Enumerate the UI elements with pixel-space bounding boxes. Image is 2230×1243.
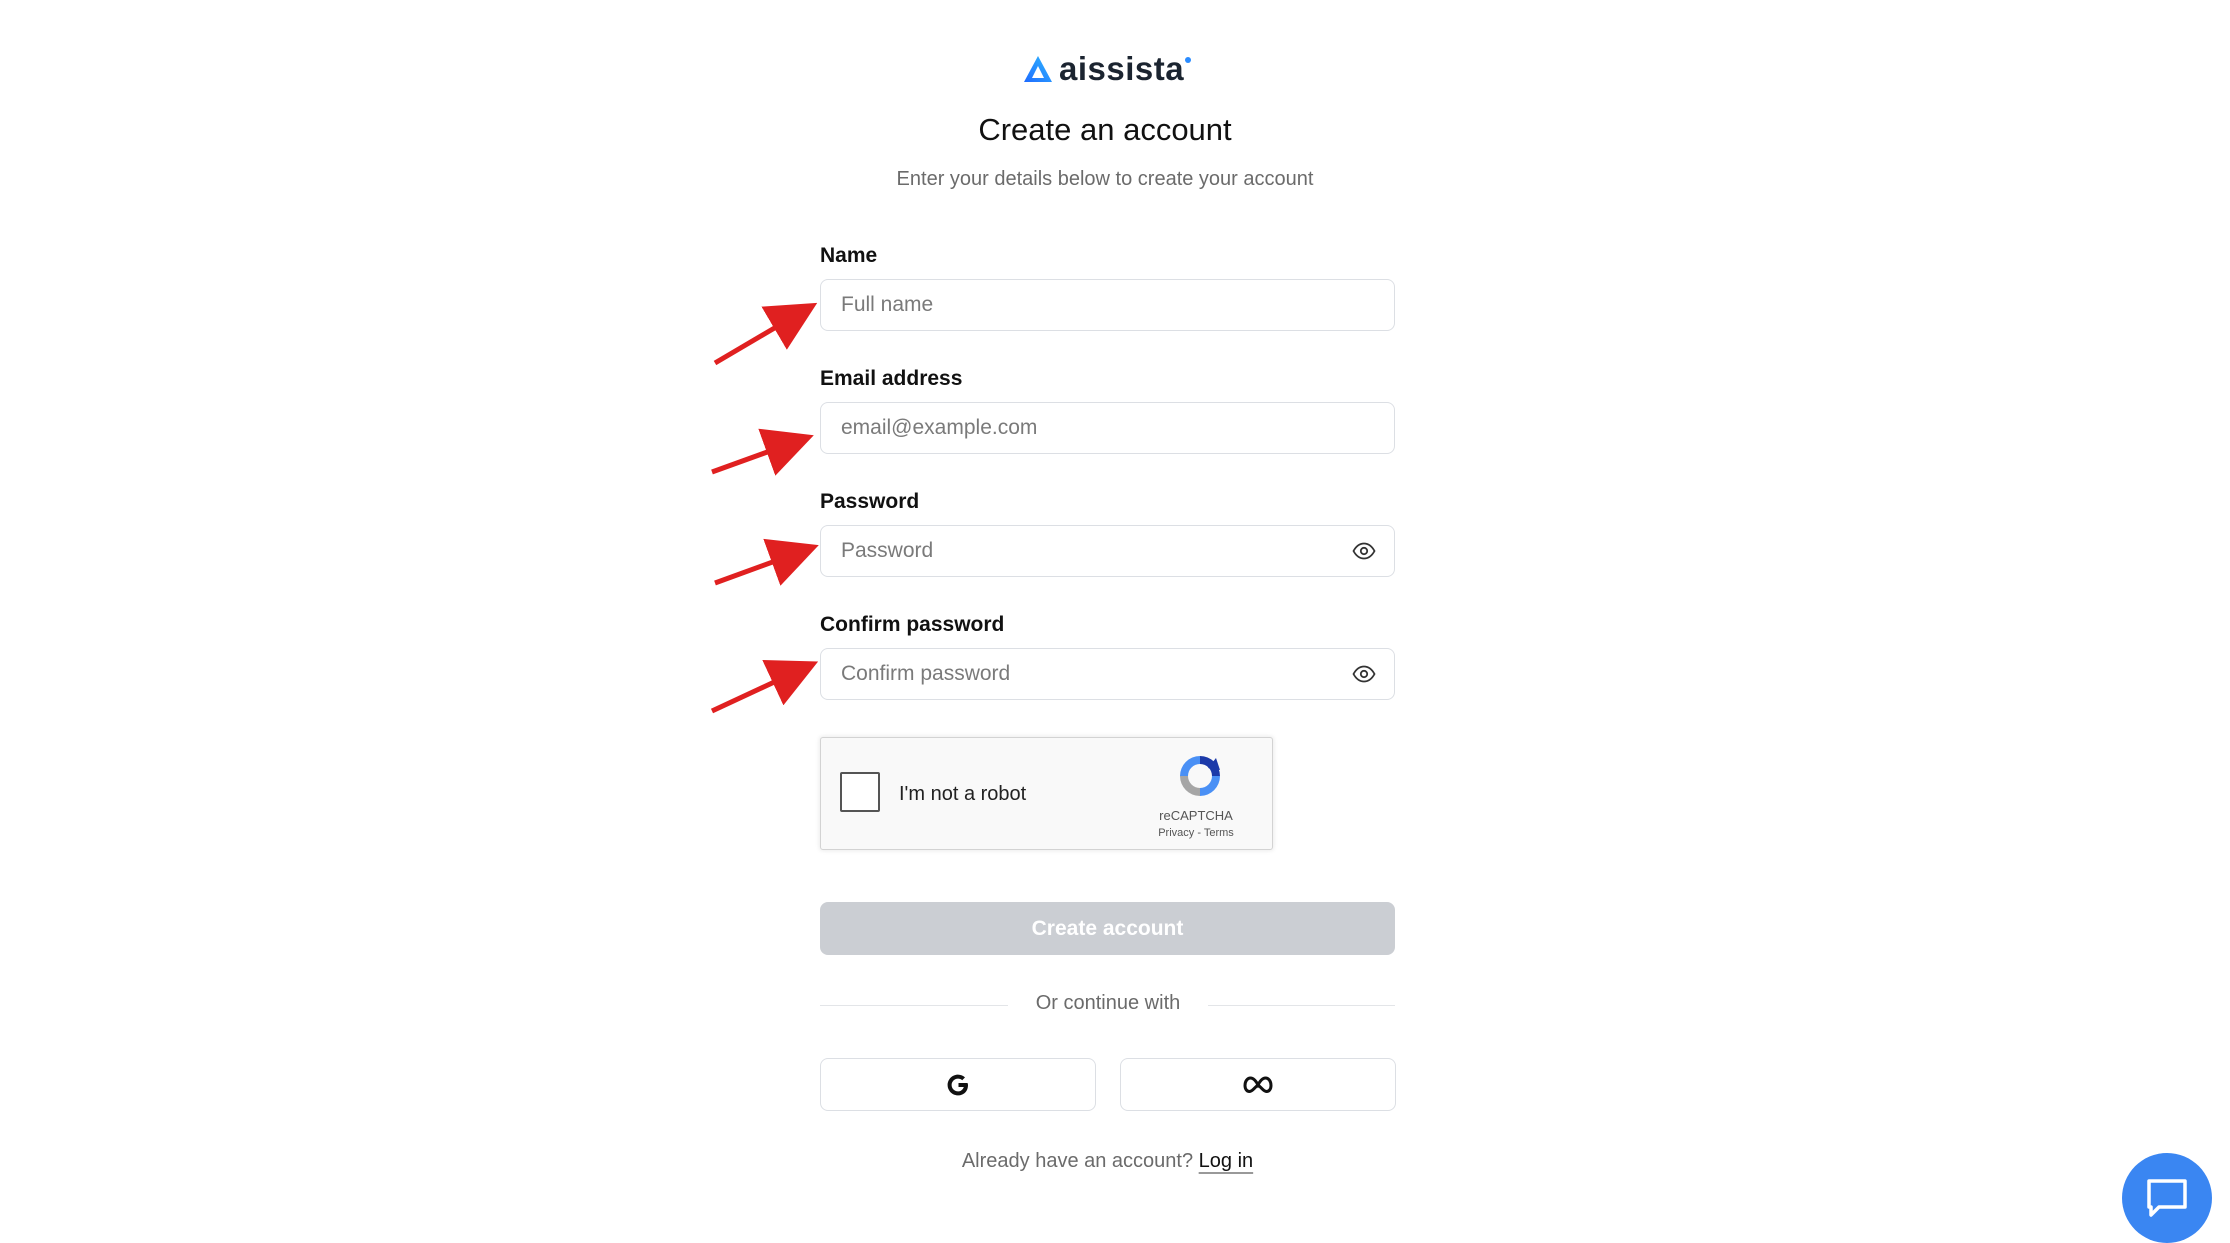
google-signin-button[interactable] — [820, 1058, 1096, 1111]
page-title: Create an account — [978, 112, 1232, 147]
recaptcha-privacy-link[interactable]: Privacy — [1158, 827, 1194, 839]
password-field[interactable] — [820, 525, 1395, 577]
meta-signin-button[interactable] — [1120, 1058, 1396, 1111]
recaptcha-checkbox[interactable] — [840, 772, 880, 812]
meta-icon — [1243, 1075, 1273, 1093]
email-label: Email address — [820, 367, 963, 390]
brand-logo-icon — [1024, 56, 1052, 82]
google-icon — [947, 1074, 968, 1095]
recaptcha-links-separator: - — [1194, 827, 1204, 839]
recaptcha-links: Privacy - Terms — [1121, 827, 1271, 839]
confirm-password-field[interactable] — [820, 648, 1395, 700]
page-subtitle: Enter your details below to create your … — [896, 168, 1314, 190]
chat-bubble-icon — [2147, 1179, 2187, 1217]
email-field[interactable] — [820, 402, 1395, 454]
brand-logo: aissista — [1023, 50, 1192, 87]
recaptcha-terms-link[interactable]: Terms — [1204, 827, 1234, 839]
password-label: Password — [820, 490, 920, 513]
name-label: Name — [820, 244, 878, 267]
annotation-arrow-confirm — [710, 660, 819, 714]
confirm-password-input[interactable] — [839, 661, 1352, 687]
brand-name: aissista — [1059, 50, 1185, 87]
create-account-button[interactable]: Create account — [820, 902, 1395, 955]
email-input[interactable] — [839, 415, 1376, 441]
login-link[interactable]: Log in — [1199, 1150, 1254, 1172]
brand-sparkle-icon — [1185, 57, 1192, 63]
confirm-password-label: Confirm password — [820, 613, 1005, 636]
divider-text: Or continue with — [1008, 992, 1208, 1015]
annotation-arrow-email — [711, 428, 814, 476]
annotation-arrow-password — [714, 538, 819, 586]
annotation-arrow-name — [713, 302, 818, 366]
chat-widget-button[interactable] — [2122, 1153, 2212, 1243]
recaptcha-logo-icon — [1180, 756, 1220, 796]
recaptcha-label: I'm not a robot — [899, 783, 1027, 805]
recaptcha-brand: reCAPTCHA — [1159, 808, 1233, 823]
eye-icon[interactable] — [1352, 662, 1376, 686]
name-input[interactable] — [839, 292, 1376, 318]
recaptcha-widget: I'm not a robot reCAPTCHA Privacy - Term… — [820, 737, 1273, 850]
password-input[interactable] — [839, 538, 1352, 564]
eye-icon[interactable] — [1352, 539, 1376, 563]
login-prompt-text: Already have an account? — [961, 1150, 1199, 1172]
name-field[interactable] — [820, 279, 1395, 331]
login-prompt: Already have an account? Log in — [820, 1150, 1395, 1173]
